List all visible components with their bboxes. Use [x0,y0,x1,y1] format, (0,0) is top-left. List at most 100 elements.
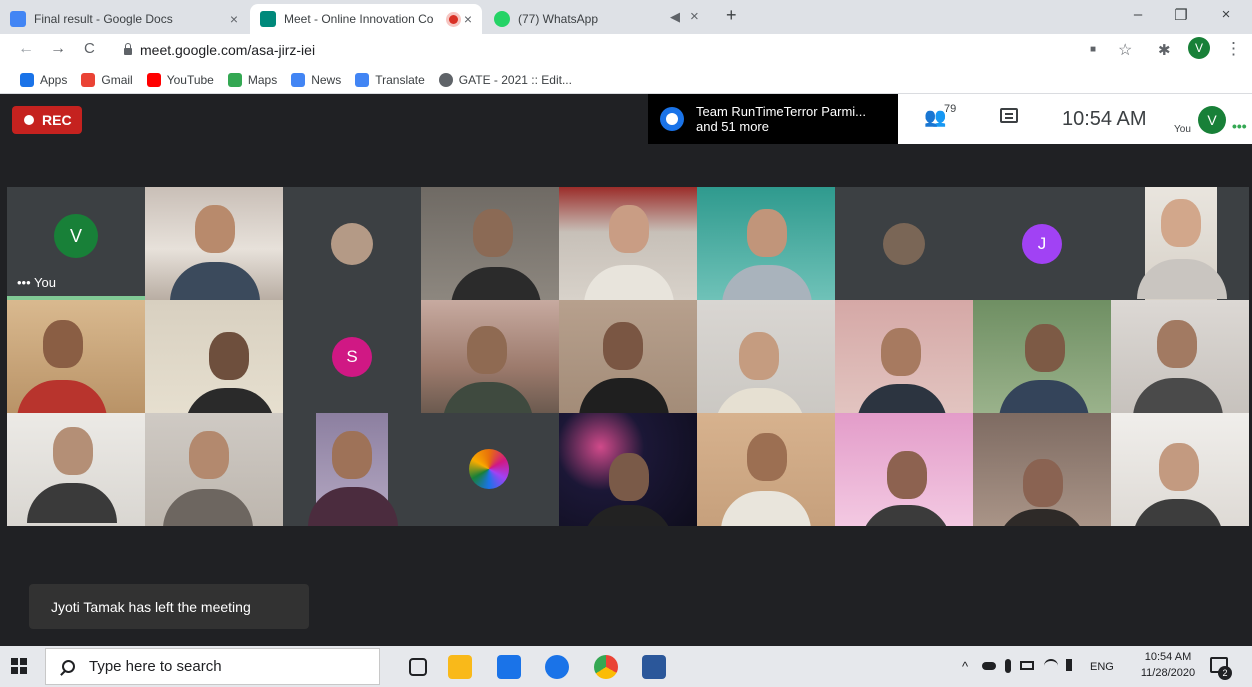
participant-tile[interactable] [145,413,283,526]
participant-body [451,267,541,300]
participant-tile[interactable] [835,413,973,526]
bookmark-gate[interactable]: GATE - 2021 :: Edit... [438,72,572,87]
system-date[interactable]: 11/28/2020 [1133,667,1203,679]
participant-body [999,380,1089,413]
gate-site-icon [438,72,453,87]
url-text: meet.google.com/asa-jirz-iei [140,42,316,58]
participant-body [27,483,117,523]
close-tab-icon[interactable]: × [464,11,472,27]
participant-face [209,332,249,380]
participant-body [17,380,107,413]
battery-icon[interactable] [1020,661,1034,670]
participant-tile[interactable] [421,187,559,300]
participant-tile[interactable] [973,413,1111,526]
tab-whatsapp[interactable]: (77) WhatsApp [484,4,664,34]
system-time[interactable]: 10:54 AM [1138,651,1198,663]
bookmark-maps[interactable]: Maps [227,72,277,87]
reload-button[interactable]: C [84,40,95,57]
participant-tile[interactable] [1111,413,1249,526]
bookmark-translate[interactable]: Translate [355,72,425,87]
participant-tile-self[interactable]: V ••• You [7,187,145,300]
participant-tile[interactable] [697,300,835,413]
mute-tab-icon[interactable]: ◀ [670,9,680,25]
participant-tile[interactable]: S [283,300,421,413]
edge-browser-icon[interactable] [545,655,569,679]
participant-tile[interactable] [421,300,559,413]
forward-button[interactable]: → [50,40,66,58]
self-avatar[interactable]: V [1198,106,1226,134]
participant-tile[interactable] [7,413,145,526]
participant-tile[interactable] [559,300,697,413]
minimize-button[interactable]: – [1123,6,1153,23]
back-button[interactable]: ← [18,40,34,58]
bookmark-gmail[interactable]: Gmail [81,72,133,87]
apps-grid-icon [20,72,34,87]
participant-face [53,427,93,475]
file-explorer-icon[interactable] [448,655,472,679]
presenter-info[interactable]: Team RunTimeTerror Parmi... and 51 more [648,94,898,144]
profile-avatar[interactable]: V [1188,37,1210,59]
youtube-icon [146,72,161,87]
close-window-button[interactable]: × [1211,6,1241,23]
close-tab-icon[interactable]: × [690,8,699,25]
participant-tile[interactable] [421,413,559,526]
bookmark-apps[interactable]: Apps [20,72,68,87]
chrome-icon[interactable] [594,655,618,679]
participant-body [857,384,947,413]
browser-toolbar: ← → C meet.google.com/asa-jirz-iei ■ ☆ ✱… [0,34,1252,66]
extensions-icon[interactable]: ✱ [1158,41,1171,59]
participant-tile[interactable] [835,300,973,413]
chat-icon[interactable] [1000,108,1018,123]
participant-tile[interactable] [283,413,421,526]
restore-button[interactable]: ❐ [1166,6,1196,24]
participant-body [1133,499,1223,526]
taskbar-search-input[interactable] [89,658,339,675]
participant-avatar [883,222,925,265]
participant-tile[interactable] [1111,300,1249,413]
participant-tile[interactable] [697,413,835,526]
participant-tile[interactable] [973,300,1111,413]
windows-start-icon[interactable] [11,658,27,674]
task-view-icon[interactable] [409,658,427,676]
bookmark-youtube[interactable]: YouTube [146,72,214,87]
participant-tile[interactable] [559,413,697,526]
participant-face [747,209,787,257]
word-icon[interactable] [642,655,666,679]
microphone-icon[interactable] [1005,659,1011,673]
taskbar-search[interactable] [45,648,380,685]
input-language[interactable]: ENG [1090,661,1114,673]
close-tab-icon[interactable]: × [230,11,238,27]
participant-tile[interactable] [1111,187,1249,300]
tab-title: Meet - Online Innovation Co [284,12,434,26]
new-tab-button[interactable]: + [726,5,737,26]
address-bar[interactable]: meet.google.com/asa-jirz-iei [112,37,1072,63]
participant-face [332,431,372,479]
browser-tab-strip: Final result - Google Docs × Meet - Onli… [0,0,1252,34]
show-hidden-icons[interactable]: ^ [962,659,968,674]
mail-icon[interactable] [497,655,521,679]
participant-tile[interactable] [559,187,697,300]
participant-left-toast: Jyoti Tamak has left the meeting [29,584,309,629]
participant-face [1023,459,1063,507]
more-options-icon[interactable]: ••• [1232,118,1247,134]
camera-icon[interactable]: ■ [1090,44,1096,55]
participant-tile[interactable] [835,187,973,300]
participant-tile[interactable] [697,187,835,300]
participant-tile[interactable]: J [973,187,1111,300]
volume-icon[interactable] [1066,659,1078,671]
onedrive-icon[interactable] [982,662,996,670]
wifi-icon[interactable] [1044,659,1058,673]
chrome-menu-icon[interactable]: ⋮ [1225,39,1242,59]
bookmark-label: Apps [40,72,68,87]
tab-meet[interactable]: Meet - Online Innovation Co × [250,4,482,34]
participant-tile[interactable] [7,300,145,413]
participant-tile[interactable] [145,300,283,413]
participant-face [467,326,507,374]
participant-tile[interactable] [145,187,283,300]
tab-google-docs[interactable]: Final result - Google Docs × [0,4,248,34]
bookmark-star-icon[interactable]: ☆ [1118,40,1132,60]
meet-call-area: REC Team RunTimeTerror Parmi... and 51 m… [0,94,1252,646]
participant-face [609,453,649,501]
participant-tile[interactable] [283,187,421,300]
bookmark-news[interactable]: News [291,72,341,87]
